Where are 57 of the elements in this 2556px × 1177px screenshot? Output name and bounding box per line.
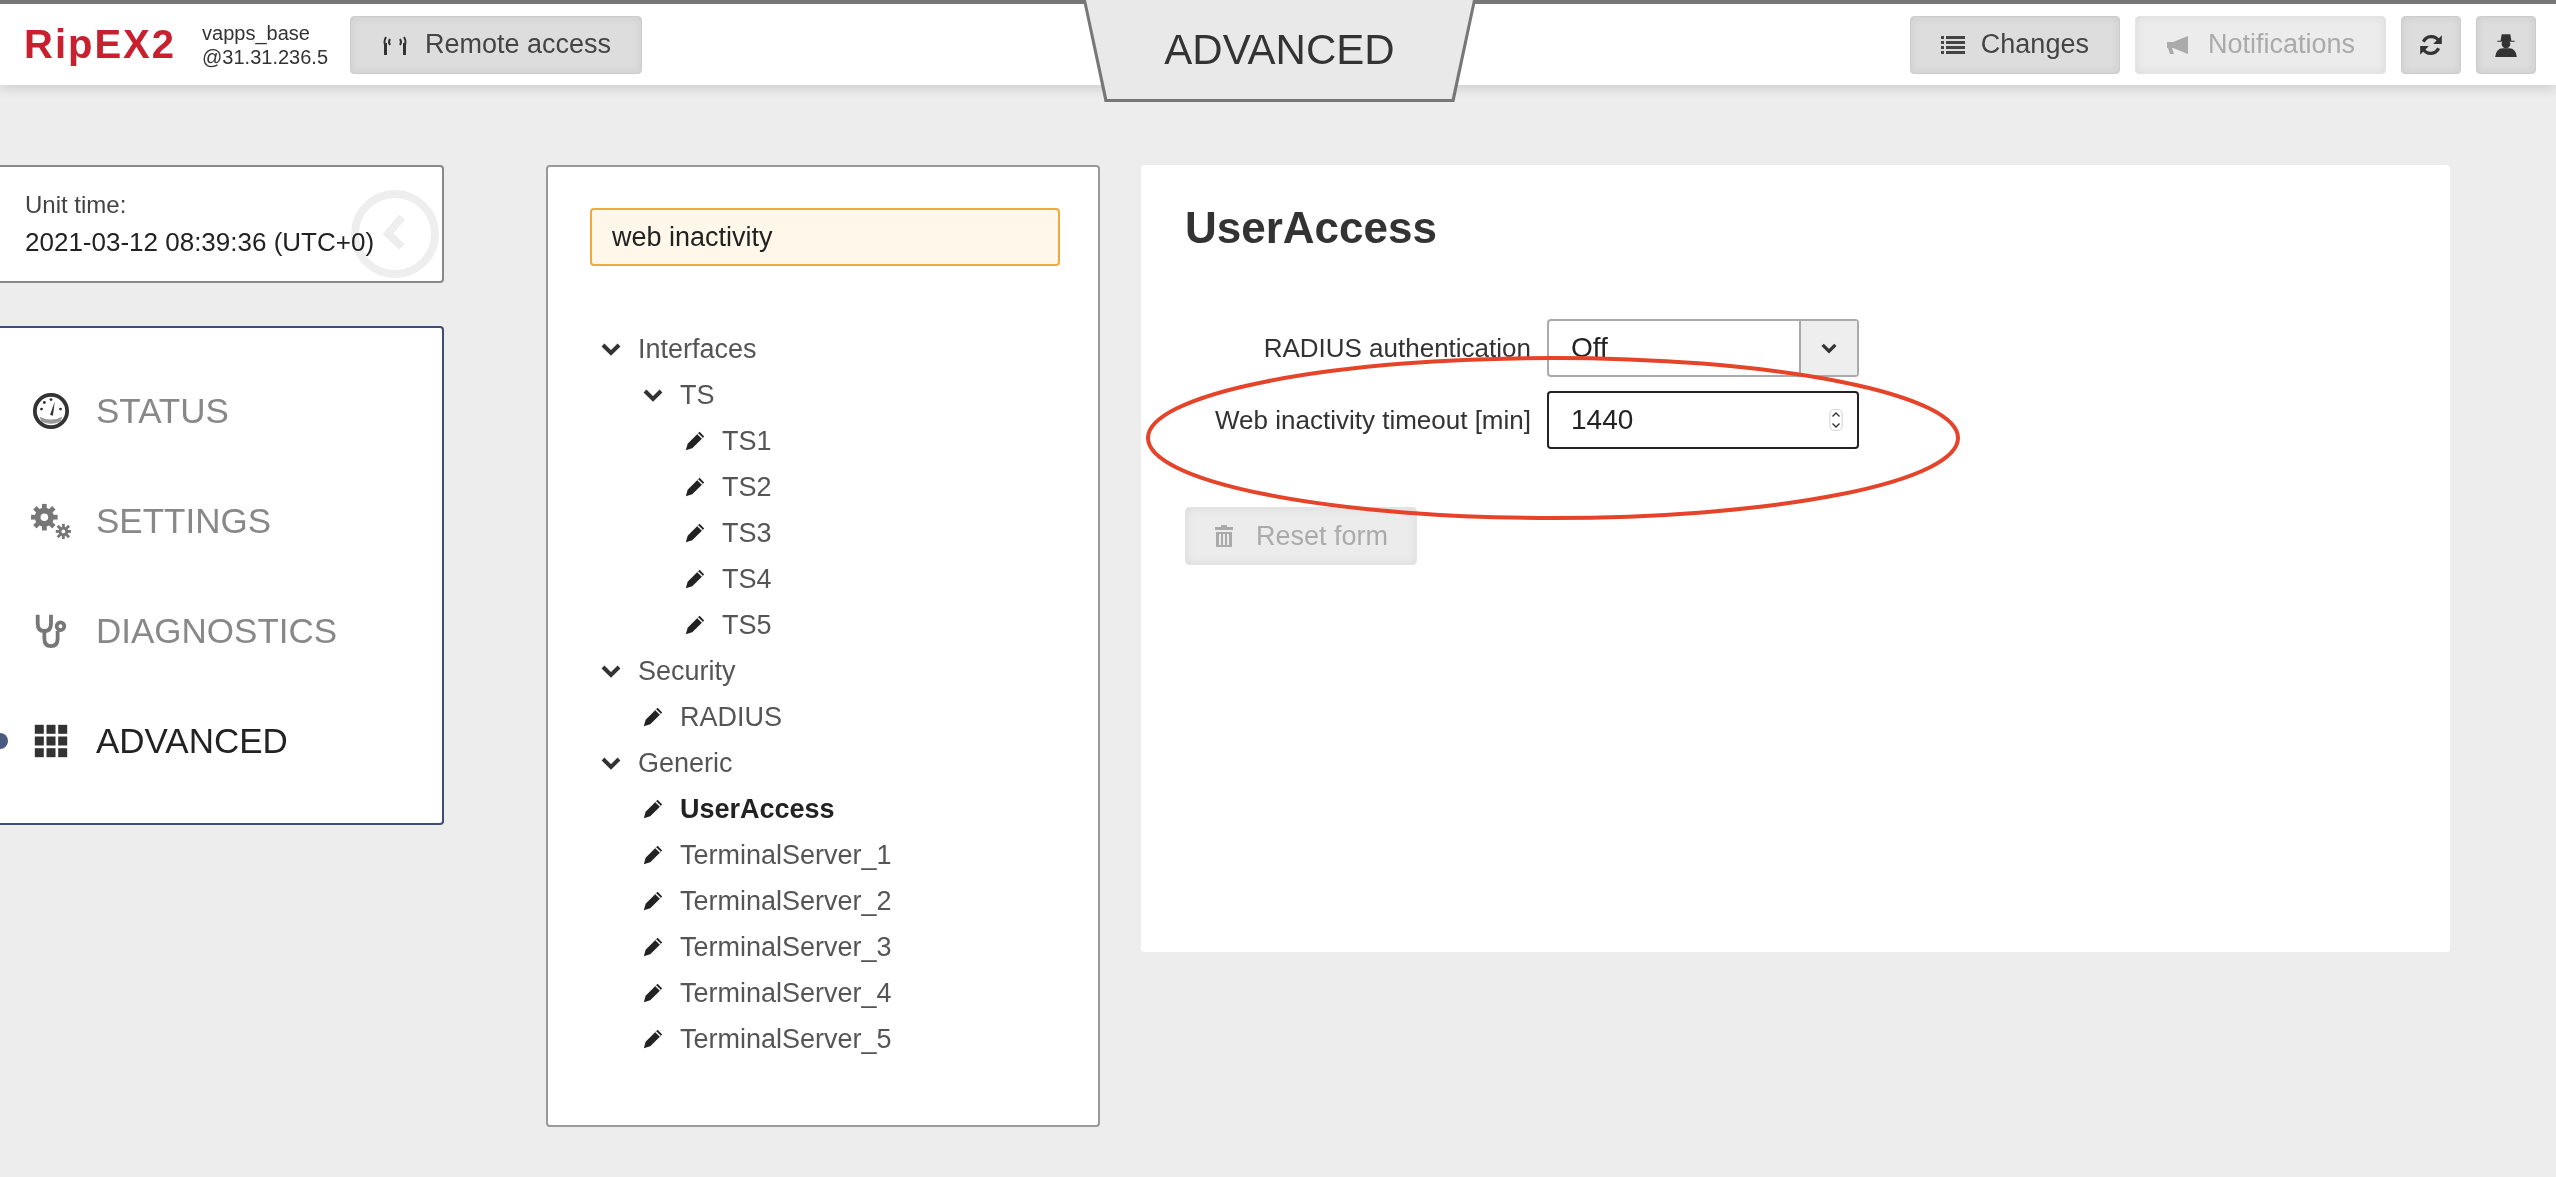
tree-item[interactable]: TerminalServer_4: [600, 970, 1056, 1016]
pencil-icon: [642, 936, 664, 958]
unit-address: @31.31.236.5: [202, 45, 328, 69]
tree-item[interactable]: TS: [600, 372, 1056, 418]
tree-item[interactable]: Interfaces: [600, 326, 1056, 372]
tree-item[interactable]: TerminalServer_5: [600, 1016, 1056, 1062]
refresh-button[interactable]: [2401, 15, 2461, 74]
number-field[interactable]: 1440: [1547, 391, 1859, 449]
nav-item[interactable]: DIAGNOSTICS: [0, 606, 442, 655]
nav-item[interactable]: ADVANCED: [0, 716, 442, 765]
unit-time-value: 2021-03-12 08:39:36 (UTC+0): [25, 226, 376, 258]
pencil-icon: [684, 614, 706, 636]
tree-item[interactable]: TS5: [600, 602, 1056, 648]
nav-item[interactable]: STATUS: [0, 386, 442, 435]
tree-item[interactable]: TS2: [600, 464, 1056, 510]
pencil-icon: [642, 982, 664, 1004]
tree-item[interactable]: TS4: [600, 556, 1056, 602]
pencil-icon: [684, 476, 706, 498]
tree-item[interactable]: TerminalServer_2: [600, 878, 1056, 924]
chevron-icon: [1821, 342, 1837, 354]
chevron-icon: [600, 342, 622, 356]
pencil-icon: [642, 798, 664, 820]
select-field[interactable]: Off: [1547, 319, 1859, 377]
tree-item[interactable]: Generic: [600, 740, 1056, 786]
tree-item[interactable]: RADIUS: [600, 694, 1056, 740]
search-field[interactable]: web inactivity: [590, 208, 1060, 266]
user-button[interactable]: [2476, 15, 2536, 74]
chevron-icon: [642, 388, 664, 402]
remote-access-button[interactable]: Remote access: [350, 15, 643, 74]
form-title: UserAccess: [1185, 203, 1438, 253]
trash-icon: [1214, 524, 1234, 548]
field-label: Web inactivity timeout [min]: [1214, 404, 1531, 436]
unit-time-label: Unit time:: [25, 190, 128, 219]
pencil-icon: [642, 706, 664, 728]
tree-item[interactable]: TerminalServer_1: [600, 832, 1056, 878]
pencil-icon: [642, 1028, 664, 1050]
pencil-icon: [642, 844, 664, 866]
tree-item[interactable]: TS3: [600, 510, 1056, 556]
tree-item[interactable]: TS1: [600, 418, 1056, 464]
pencil-icon: [684, 522, 706, 544]
tree-item[interactable]: Security: [600, 648, 1056, 694]
changes-button[interactable]: Changes: [1909, 15, 2120, 74]
pencil-icon: [684, 568, 706, 590]
logo: RipEX2: [24, 22, 177, 67]
field-label: RADIUS authentication: [1262, 332, 1531, 364]
gears-icon: [28, 501, 74, 540]
pencil-icon: [684, 430, 706, 452]
chevron-icon: [600, 756, 622, 770]
spinner-icon: [1829, 408, 1843, 432]
tree-item[interactable]: UserAccess: [600, 786, 1056, 832]
user-icon: [2493, 31, 2519, 58]
nav-item[interactable]: SETTINGS: [0, 496, 442, 545]
chevron-icon: [600, 664, 622, 678]
tree-item[interactable]: TerminalServer_3: [600, 924, 1056, 970]
unit-name: vapps_base: [202, 20, 311, 45]
pencil-icon: [642, 890, 664, 912]
list-icon: [1940, 34, 1965, 55]
